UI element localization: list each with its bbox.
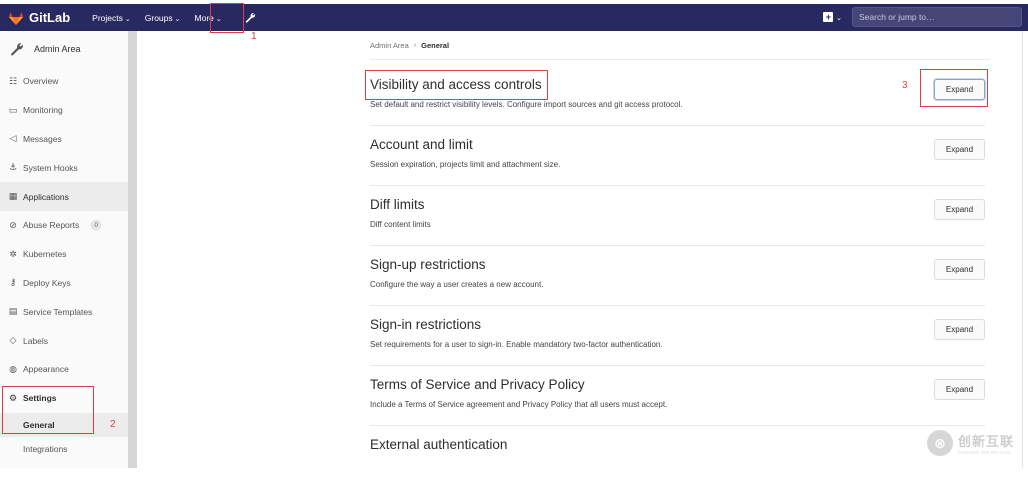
sidebar-subitem-label: Integrations <box>23 443 68 454</box>
kubernetes-icon: ✲ <box>9 248 17 259</box>
section-description: Include a Terms of Service agreement and… <box>370 400 668 409</box>
sidebar-item-abuse-reports[interactable]: ⊘ Abuse Reports 0 <box>0 211 129 240</box>
screenshot-frame: GitLab Projects ⌄ Groups ⌄ More ⌄ + ⌄ Searc… <box>0 0 1028 468</box>
sidebar-item-system-hooks[interactable]: ⚓ System Hooks <box>0 153 129 182</box>
sidebar-item-label: Service Templates <box>23 306 93 317</box>
chevron-down-icon: ⌄ <box>174 15 181 23</box>
breadcrumb-current: General <box>421 41 450 50</box>
sidebar-item-label: Overview <box>23 76 59 87</box>
expand-button[interactable]: Expand <box>934 379 985 400</box>
search-input[interactable]: Search or jump to… <box>852 7 1022 27</box>
sidebar-subitem-integrations[interactable]: Integrations <box>0 437 129 461</box>
sidebar-item-service-templates[interactable]: ▤ Service Templates <box>0 297 129 326</box>
sidebar-item-label: Applications <box>23 191 69 202</box>
sidebar-item-label: Messages <box>23 133 62 144</box>
settings-section-diff-limits: Diff limits Diff content limits Expand <box>370 186 985 246</box>
sidebar-item-label: System Hooks <box>23 162 78 173</box>
sidebar-item-applications[interactable]: ▦ Applications <box>0 182 129 211</box>
section-description: Diff content limits <box>370 220 431 229</box>
nav-groups-label: Groups <box>144 12 173 23</box>
key-icon: ⚷ <box>9 277 17 288</box>
chevron-down-icon: ⌄ <box>836 14 842 22</box>
monitor-icon: ▭ <box>8 104 18 115</box>
hook-icon: ⚓ <box>8 162 18 173</box>
chevron-down-icon: ⌄ <box>124 15 131 23</box>
sidebar-item-monitoring[interactable]: ▭ Monitoring <box>0 96 129 125</box>
template-icon: ▤ <box>8 306 18 317</box>
annotation-number-3: 3 <box>902 80 908 91</box>
sidebar-header[interactable]: Admin Area <box>0 31 129 67</box>
new-dropdown-button[interactable]: + ⌄ <box>823 11 842 23</box>
section-title: External authentication <box>370 437 508 452</box>
search-placeholder: Search or jump to… <box>859 12 935 22</box>
watermark-cn: 创新互联 <box>958 434 1015 449</box>
abuse-icon: ⊘ <box>9 219 17 230</box>
section-title: Account and limit <box>370 137 473 152</box>
section-description: Configure the way a user creates a new a… <box>370 280 544 289</box>
breadcrumb-divider <box>370 59 990 60</box>
annotation-box-title <box>365 70 548 100</box>
annotation-box-1 <box>210 3 244 33</box>
page-right-border <box>1022 31 1023 468</box>
breadcrumb-parent-link[interactable]: Admin Area <box>370 41 409 50</box>
main-content: Admin Area › General Visibility and acce… <box>137 31 1028 468</box>
expand-button[interactable]: Expand <box>934 139 985 160</box>
sidebar-item-messages[interactable]: ◁ Messages <box>0 125 129 154</box>
settings-section-external-auth: External authentication <box>370 426 985 486</box>
section-title: Sign-up restrictions <box>370 257 486 272</box>
count-badge: 0 <box>91 220 102 231</box>
expand-button[interactable]: Expand <box>934 319 985 340</box>
sidebar-item-label: Abuse Reports <box>23 220 80 231</box>
watermark-en: CHUANG XIN HU LIAN <box>958 450 1011 455</box>
sidebar-scrollbar[interactable] <box>128 31 137 468</box>
section-title: Diff limits <box>370 197 425 212</box>
sidebar-item-label: Deploy Keys <box>23 277 71 288</box>
gitlab-tanuki-icon <box>9 11 23 25</box>
nav-projects[interactable]: Projects ⌄ <box>92 13 131 23</box>
section-title: Sign-in restrictions <box>370 317 482 332</box>
expand-button[interactable]: Expand <box>934 259 985 280</box>
sidebar-item-kubernetes[interactable]: ✲ Kubernetes <box>0 240 129 269</box>
bullhorn-icon: ◁ <box>9 133 17 144</box>
wrench-icon <box>246 13 256 23</box>
appearance-icon: ◍ <box>9 363 17 374</box>
section-description: Session expiration, projects limit and a… <box>370 160 561 169</box>
label-icon: ◇ <box>9 335 17 346</box>
expand-button[interactable]: Expand <box>934 199 985 220</box>
top-navbar: GitLab Projects ⌄ Groups ⌄ More ⌄ + ⌄ Searc… <box>0 4 1028 31</box>
sidebar-item-overview[interactable]: ☷ Overview <box>0 67 129 96</box>
breadcrumb: Admin Area › General <box>370 41 449 50</box>
watermark-text: 创新互联 CHUANG XIN HU LIAN <box>958 431 1014 455</box>
sidebar-item-label: Appearance <box>23 364 69 375</box>
watermark-mark-icon: ⊗ <box>927 430 953 456</box>
annotation-number-2: 2 <box>110 419 116 430</box>
settings-section-sign-in: Sign-in restrictions Set requirements fo… <box>370 306 985 366</box>
sidebar-item-label: Monitoring <box>23 105 63 116</box>
sidebar-title: Admin Area <box>34 44 81 54</box>
nav-projects-label: Projects <box>92 12 123 23</box>
gitlab-logo[interactable]: GitLab <box>8 10 70 26</box>
sidebar-item-labels[interactable]: ◇ Labels <box>0 326 129 355</box>
sidebar-item-label: Kubernetes <box>23 249 67 260</box>
annotation-box-2 <box>2 386 94 434</box>
sidebar-item-label: Labels <box>23 335 49 346</box>
plus-square-icon: + <box>823 11 834 22</box>
annotation-box-3 <box>920 69 988 107</box>
watermark-logo: ⊗ 创新互联 CHUANG XIN HU LIAN <box>927 430 1014 456</box>
chevron-right-icon: › <box>413 42 417 49</box>
settings-section-account-limit: Account and limit Session expiration, pr… <box>370 126 985 186</box>
overview-icon: ☷ <box>8 75 18 86</box>
wrench-icon <box>11 43 23 56</box>
sidebar-item-appearance[interactable]: ◍ Appearance <box>0 355 129 384</box>
sidebar-item-deploy-keys[interactable]: ⚷ Deploy Keys <box>0 269 129 298</box>
brand-name: GitLab <box>29 10 71 25</box>
settings-section-sign-up: Sign-up restrictions Configure the way a… <box>370 246 985 306</box>
nav-groups[interactable]: Groups ⌄ <box>145 13 181 23</box>
settings-section-terms: Terms of Service and Privacy Policy Incl… <box>370 366 985 426</box>
section-description: Set default and restrict visibility leve… <box>370 100 683 109</box>
section-description: Set requirements for a user to sign-in. … <box>370 340 663 349</box>
nav-right-area: + ⌄ Search or jump to… <box>823 7 1022 27</box>
applications-icon: ▦ <box>8 191 18 202</box>
section-title: Terms of Service and Privacy Policy <box>370 377 585 392</box>
